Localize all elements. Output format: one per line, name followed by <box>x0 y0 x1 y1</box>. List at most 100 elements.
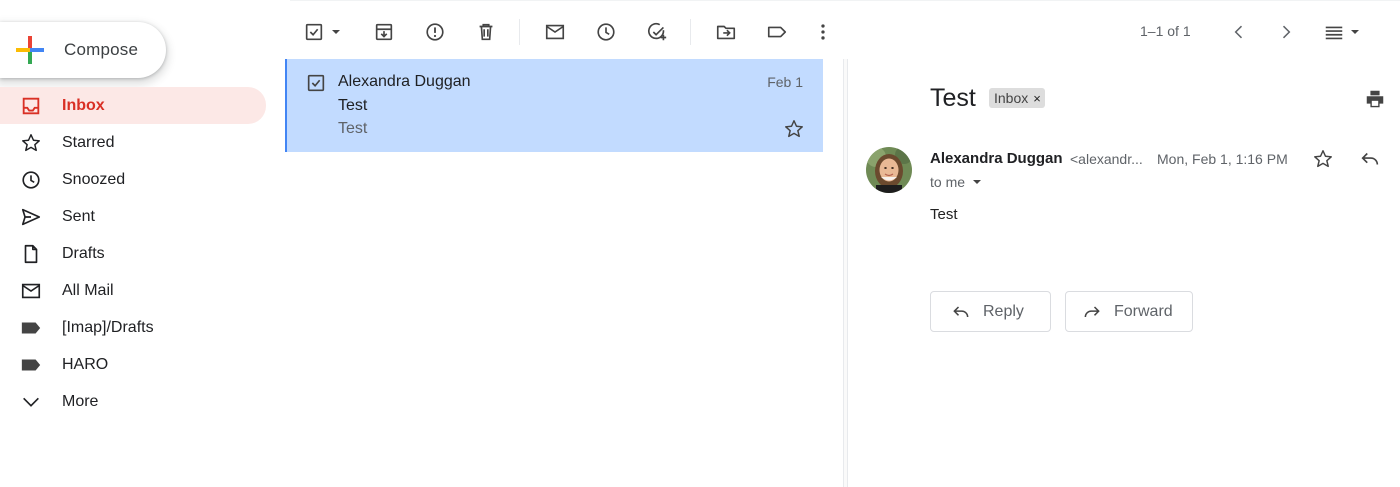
pagination-count: 1–1 of 1 <box>1140 23 1191 39</box>
recipient-text: to me <box>930 174 966 190</box>
sidebar-item-label: Drafts <box>62 244 105 262</box>
avatar[interactable] <box>866 147 912 193</box>
toolbar-divider <box>519 19 520 45</box>
star-icon <box>783 118 805 140</box>
message-list: Alexandra Duggan Test Test Feb 1 <box>285 59 823 152</box>
sidebar-item-label: HARO <box>62 355 109 373</box>
print-button[interactable] <box>1364 88 1386 110</box>
sidebar-item-drafts[interactable]: Drafts <box>0 235 266 272</box>
toolbar: 1–1 of 1 <box>290 0 1400 60</box>
reply-icon <box>1359 148 1381 170</box>
add-to-tasks-button[interactable] <box>645 20 669 44</box>
recipient-details[interactable]: to me <box>930 174 983 190</box>
sidebar-item-label: Snoozed <box>62 170 126 188</box>
label-icon <box>20 317 42 339</box>
select-checkbox-button[interactable] <box>302 20 326 44</box>
chevron-down-icon <box>20 391 42 413</box>
add-task-icon <box>646 21 668 43</box>
message-reply-button[interactable] <box>1359 148 1381 170</box>
sender-email: <alexandr... <box>1070 151 1143 167</box>
sidebar-item-all-mail[interactable]: All Mail <box>0 272 266 309</box>
caret-down-icon <box>330 26 342 38</box>
caret-down-icon <box>965 176 983 188</box>
draft-icon <box>20 243 42 265</box>
mail-icon <box>544 21 566 43</box>
reply-button[interactable]: Reply <box>930 291 1051 332</box>
print-icon <box>1364 88 1386 110</box>
reply-icon <box>951 302 971 322</box>
label-icon <box>20 354 42 376</box>
more-vert-icon <box>812 21 834 43</box>
folder-move-icon <box>715 21 737 43</box>
toolbar-divider <box>690 19 691 45</box>
sidebar-item-label: Starred <box>62 133 115 151</box>
select-dropdown-button[interactable] <box>326 20 346 44</box>
clock-icon <box>20 169 42 191</box>
message-row[interactable]: Alexandra Duggan Test Test Feb 1 <box>285 59 823 152</box>
forward-icon <box>1082 302 1102 322</box>
message-subject: Test <box>338 97 368 114</box>
label-chip-text: Inbox <box>994 90 1029 106</box>
mark-unread-button[interactable] <box>543 20 567 44</box>
compose-label: Compose <box>64 40 139 59</box>
more-actions-button[interactable] <box>811 20 835 44</box>
view-list-icon <box>1323 21 1345 43</box>
sidebar-item-inbox[interactable]: Inbox <box>0 87 266 124</box>
email-subject: Test <box>930 84 976 112</box>
label-outline-icon <box>766 21 788 43</box>
sidebar-item-sent[interactable]: Sent <box>0 198 266 235</box>
older-button[interactable] <box>1274 20 1298 44</box>
sidebar-item-starred[interactable]: Starred <box>0 124 266 161</box>
move-to-button[interactable] <box>714 20 738 44</box>
row-star-button[interactable] <box>783 118 805 140</box>
newer-button[interactable] <box>1227 20 1251 44</box>
sidebar-item-label: All Mail <box>62 281 114 299</box>
reply-label: Reply <box>983 302 1024 320</box>
nav-list: Inbox Starred Snoozed Sent Drafts All Ma… <box>0 87 266 420</box>
star-icon <box>20 132 42 154</box>
sidebar-item-imap-drafts[interactable]: [Imap]/Drafts <box>0 309 266 346</box>
split-pane-toggle[interactable] <box>1320 20 1364 44</box>
trash-icon <box>475 21 497 43</box>
message-date: Feb 1 <box>767 74 803 90</box>
archive-icon <box>373 21 395 43</box>
forward-button[interactable]: Forward <box>1065 291 1193 332</box>
sidebar: Compose Inbox Starred Snoozed Sent Draft… <box>0 0 280 487</box>
snooze-button[interactable] <box>594 20 618 44</box>
report-spam-button[interactable] <box>423 20 447 44</box>
message-body: Test <box>930 206 958 223</box>
sidebar-item-haro[interactable]: HARO <box>0 346 266 383</box>
chevron-right-icon <box>1276 22 1296 42</box>
message-star-button[interactable] <box>1312 148 1334 170</box>
inbox-icon <box>20 95 42 117</box>
reading-pane: Test Inbox × Alexandra Duggan <alexandr.… <box>848 60 1400 487</box>
send-icon <box>20 206 42 228</box>
message-snippet: Test <box>338 120 368 137</box>
clock-icon <box>595 21 617 43</box>
message-timestamp: Mon, Feb 1, 1:16 PM <box>1157 151 1288 167</box>
compose-plus-icon <box>14 34 46 66</box>
remove-label-button[interactable]: × <box>1033 91 1041 106</box>
checkbox-checked-icon <box>303 21 325 43</box>
sidebar-item-label: Inbox <box>62 96 105 114</box>
delete-button[interactable] <box>474 20 498 44</box>
sidebar-item-label: [Imap]/Drafts <box>62 318 154 336</box>
forward-label: Forward <box>1114 302 1173 320</box>
archive-button[interactable] <box>372 20 396 44</box>
row-checkbox[interactable] <box>305 72 327 94</box>
sidebar-item-more[interactable]: More <box>0 383 266 420</box>
sender-name: Alexandra Duggan <box>930 150 1063 167</box>
message-sender: Alexandra Duggan <box>338 73 471 90</box>
labels-button[interactable] <box>765 20 789 44</box>
report-icon <box>424 21 446 43</box>
chevron-left-icon <box>1229 22 1249 42</box>
star-icon <box>1312 148 1334 170</box>
sidebar-item-label: Sent <box>62 207 95 225</box>
caret-down-icon <box>1349 26 1361 38</box>
label-chip: Inbox × <box>989 88 1045 108</box>
sidebar-item-snoozed[interactable]: Snoozed <box>0 161 266 198</box>
compose-button[interactable]: Compose <box>0 22 166 78</box>
sidebar-item-label: More <box>62 392 99 410</box>
checkbox-checked-icon <box>305 72 327 94</box>
mail-icon <box>20 280 42 302</box>
